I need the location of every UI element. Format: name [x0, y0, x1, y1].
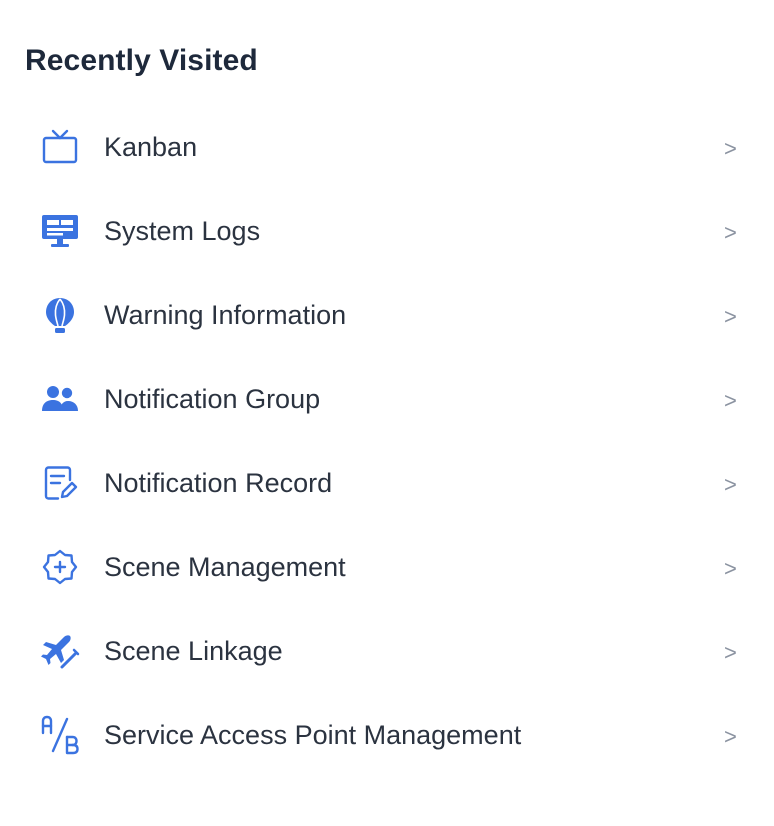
- recently-visited-panel: Recently Visited Kanban > System Logs > …: [0, 0, 774, 826]
- list-item-scene-management[interactable]: Scene Management >: [0, 523, 774, 607]
- chevron-right-icon: >: [724, 304, 737, 329]
- list-item-service-access-point-management[interactable]: Service Access Point Management >: [0, 691, 774, 775]
- chevron-right-icon: >: [724, 556, 737, 581]
- list-item-system-logs[interactable]: System Logs >: [0, 187, 774, 271]
- recently-visited-list: Kanban > System Logs > Warning Informati…: [0, 103, 774, 775]
- list-item-label: Kanban: [104, 132, 198, 162]
- balloon-icon: [40, 295, 80, 335]
- list-item-warning-information[interactable]: Warning Information >: [0, 271, 774, 355]
- user-group-icon: [40, 379, 80, 419]
- list-item-kanban[interactable]: Kanban >: [0, 103, 774, 187]
- chevron-right-icon: >: [724, 136, 737, 161]
- chevron-right-icon: >: [724, 724, 737, 749]
- ab-test-icon: [40, 715, 80, 755]
- monitor-icon: [40, 211, 80, 251]
- section-title: Recently Visited: [25, 44, 258, 77]
- airplane-icon: [40, 631, 80, 671]
- list-item-label: System Logs: [104, 216, 261, 246]
- tv-icon: [40, 127, 80, 167]
- list-item-label: Scene Management: [104, 552, 346, 582]
- list-item-notification-record[interactable]: Notification Record >: [0, 439, 774, 523]
- chevron-right-icon: >: [724, 472, 737, 497]
- list-item-label: Notification Record: [104, 468, 333, 498]
- chevron-right-icon: >: [724, 388, 737, 413]
- chevron-right-icon: >: [724, 220, 737, 245]
- list-item-scene-linkage[interactable]: Scene Linkage >: [0, 607, 774, 691]
- list-item-label: Notification Group: [104, 384, 321, 414]
- list-item-label: Service Access Point Management: [104, 720, 522, 750]
- list-item-label: Warning Information: [104, 300, 347, 330]
- settings-badge-icon: [40, 547, 80, 587]
- list-item-notification-group[interactable]: Notification Group >: [0, 355, 774, 439]
- document-edit-icon: [40, 463, 80, 503]
- chevron-right-icon: >: [724, 640, 737, 665]
- list-item-label: Scene Linkage: [104, 636, 283, 666]
